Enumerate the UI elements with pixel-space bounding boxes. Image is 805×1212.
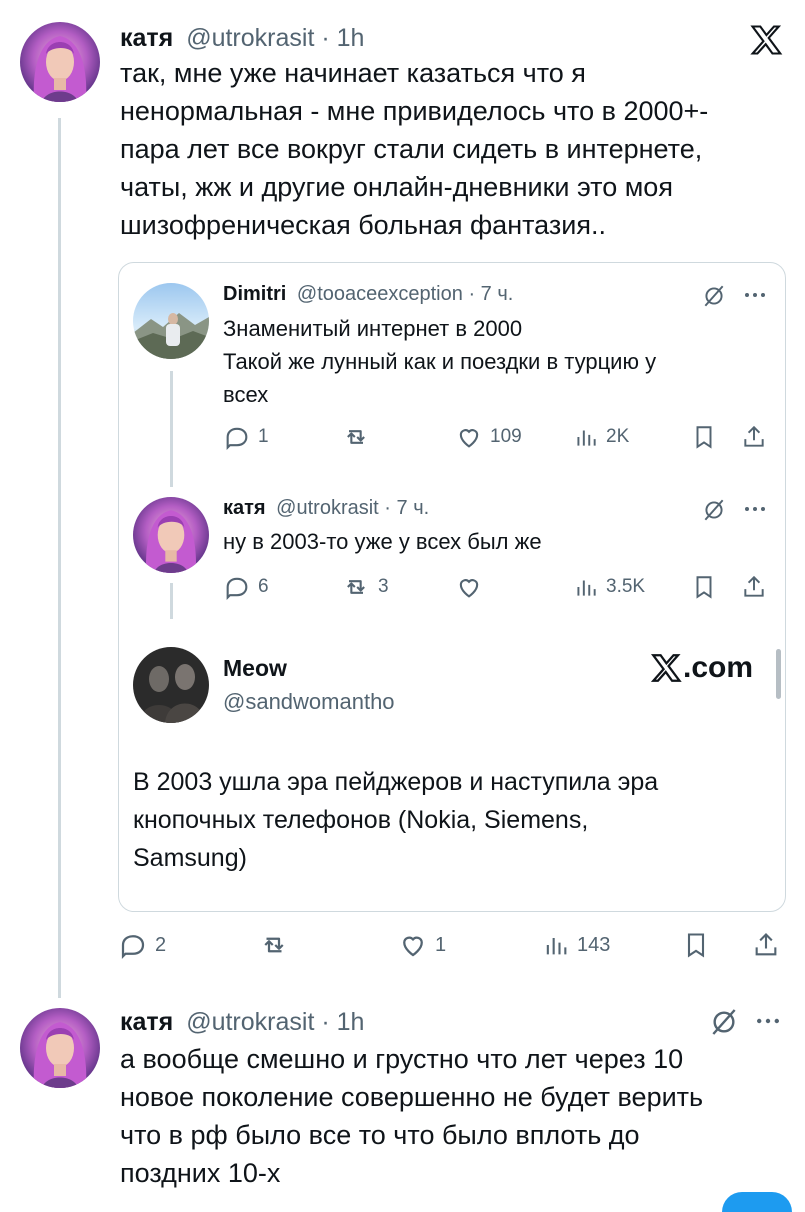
- view-count: 3.5K: [606, 576, 646, 597]
- more-icon[interactable]: [752, 1010, 784, 1032]
- bookmark-icon[interactable]: [682, 930, 710, 960]
- retweet-icon: [347, 580, 365, 594]
- separator-dot: ·: [321, 24, 330, 52]
- tweet-header: катя @utrokrasit · 7 ч.: [223, 497, 429, 520]
- separator-dot: ·: [321, 1008, 330, 1036]
- timestamp[interactable]: 1h: [337, 1008, 365, 1036]
- text-line: кнопочных телефонов (Nokia, Siemens,: [133, 806, 589, 834]
- avatar[interactable]: [133, 647, 209, 723]
- text-line: ненормальная - мне привиделось что в 200…: [120, 96, 709, 126]
- retweet-button[interactable]: 3: [341, 573, 389, 601]
- heart-icon: [403, 936, 423, 957]
- embed-name[interactable]: Meow: [223, 655, 287, 682]
- reply-icon: [226, 427, 248, 451]
- x-com-logo: .com: [649, 651, 753, 685]
- timestamp[interactable]: 1h: [337, 24, 365, 52]
- view-count: 143: [577, 933, 611, 956]
- avatar[interactable]: [133, 283, 209, 359]
- separator-dot: ·: [384, 497, 391, 519]
- bookmark-icon[interactable]: [691, 573, 717, 601]
- timestamp[interactable]: 7 ч.: [397, 497, 430, 519]
- share-icon[interactable]: [741, 423, 767, 451]
- retweet-button[interactable]: [258, 930, 290, 960]
- retweet-button[interactable]: [341, 423, 371, 451]
- reply-count: 2: [155, 933, 167, 956]
- tweet-header: катя @utrokrasit · 1h: [120, 24, 364, 53]
- like-count: 1: [435, 933, 447, 956]
- avatar[interactable]: [20, 22, 100, 102]
- views-button[interactable]: 143: [542, 930, 610, 960]
- text-line: поздних 10-х: [120, 1158, 281, 1188]
- text-line: ну в 2003-то уже у всех был же: [223, 529, 542, 554]
- reply-icon: [121, 935, 145, 959]
- thread-line: [170, 583, 173, 619]
- heart-icon: [459, 579, 479, 598]
- views-icon: [546, 938, 567, 955]
- grok-icon[interactable]: [701, 283, 727, 309]
- heart-icon: [459, 429, 479, 448]
- text-line: пара лет все вокруг стали сидеть в интер…: [120, 134, 703, 164]
- text-line: В 2003 ушла эра пейджеров и наступила эр…: [133, 768, 659, 796]
- embed-handle[interactable]: @sandwomantho: [223, 689, 395, 715]
- thread-line: [170, 371, 173, 487]
- grok-icon[interactable]: [701, 497, 727, 523]
- reply-count: 1: [258, 426, 269, 447]
- share-icon[interactable]: [752, 930, 780, 960]
- bookmark-icon[interactable]: [691, 423, 717, 451]
- display-name[interactable]: катя: [223, 497, 266, 519]
- handle[interactable]: @tooaceexception: [297, 283, 463, 305]
- like-count: 109: [490, 426, 522, 447]
- views-icon: [577, 430, 596, 446]
- text-line: а вообще смешно и грустно что лет через …: [120, 1044, 684, 1074]
- display-name[interactable]: Dimitri: [223, 283, 286, 305]
- display-name[interactable]: катя: [120, 1008, 173, 1036]
- display-name[interactable]: катя: [120, 24, 173, 52]
- tweet-header: катя @utrokrasit · 1h: [120, 1008, 364, 1037]
- reply-count: 6: [258, 576, 269, 597]
- views-button[interactable]: 2K: [573, 423, 629, 451]
- floating-compose-button-edge[interactable]: [722, 1192, 792, 1212]
- text-line: Такой же лунный как и поездки в турцию у: [223, 349, 657, 374]
- handle[interactable]: @utrokrasit: [276, 497, 379, 519]
- text-line: всех: [223, 382, 269, 407]
- text-line: Знаменитый интернет в 2000: [223, 316, 523, 341]
- retweet-icon: [347, 430, 365, 444]
- reply-button[interactable]: 1: [223, 423, 269, 451]
- like-button[interactable]: 109: [455, 423, 522, 451]
- avatar[interactable]: [133, 497, 209, 573]
- tweet-header: Dimitri @tooaceexception · 7 ч.: [223, 283, 513, 306]
- views-button[interactable]: 3.5K: [573, 573, 645, 601]
- embed-scrollbar[interactable]: [776, 649, 781, 699]
- quote-card[interactable]: Dimitri @tooaceexception · 7 ч. Знаменит…: [118, 262, 786, 912]
- text-line: чаты, жж и другие онлайн-дневники это мо…: [120, 172, 673, 202]
- share-icon[interactable]: [741, 573, 767, 601]
- text-line: шизофреническая больная фантазия..: [120, 210, 606, 240]
- timestamp[interactable]: 7 ч.: [481, 283, 514, 305]
- view-count: 2K: [606, 426, 630, 447]
- handle[interactable]: @utrokrasit: [186, 24, 314, 52]
- more-icon[interactable]: [741, 499, 769, 519]
- retweet-icon: [264, 937, 284, 953]
- text-line: Samsung): [133, 844, 247, 872]
- thread-line: [58, 118, 61, 998]
- avatar[interactable]: [20, 1008, 100, 1088]
- handle[interactable]: @utrokrasit: [186, 1008, 314, 1036]
- text-line: новое поколение совершенно не будет вери…: [120, 1082, 704, 1112]
- reply-button[interactable]: 6: [223, 573, 269, 601]
- text-line: так, мне уже начинает казаться что я: [120, 58, 586, 88]
- text-line: что в рф было все то что было вплоть до: [120, 1120, 640, 1150]
- brand-text: .com: [683, 651, 754, 684]
- more-icon[interactable]: [741, 285, 769, 305]
- like-button[interactable]: 1: [398, 930, 446, 960]
- x-logo-icon: [650, 654, 682, 682]
- reply-icon: [226, 577, 248, 601]
- x-logo-icon: [748, 22, 784, 58]
- views-icon: [577, 580, 596, 596]
- grok-icon[interactable]: [708, 1006, 740, 1038]
- separator-dot: ·: [468, 283, 476, 305]
- like-button[interactable]: [455, 573, 483, 601]
- retweet-count: 3: [378, 576, 389, 597]
- reply-button[interactable]: 2: [118, 930, 166, 960]
